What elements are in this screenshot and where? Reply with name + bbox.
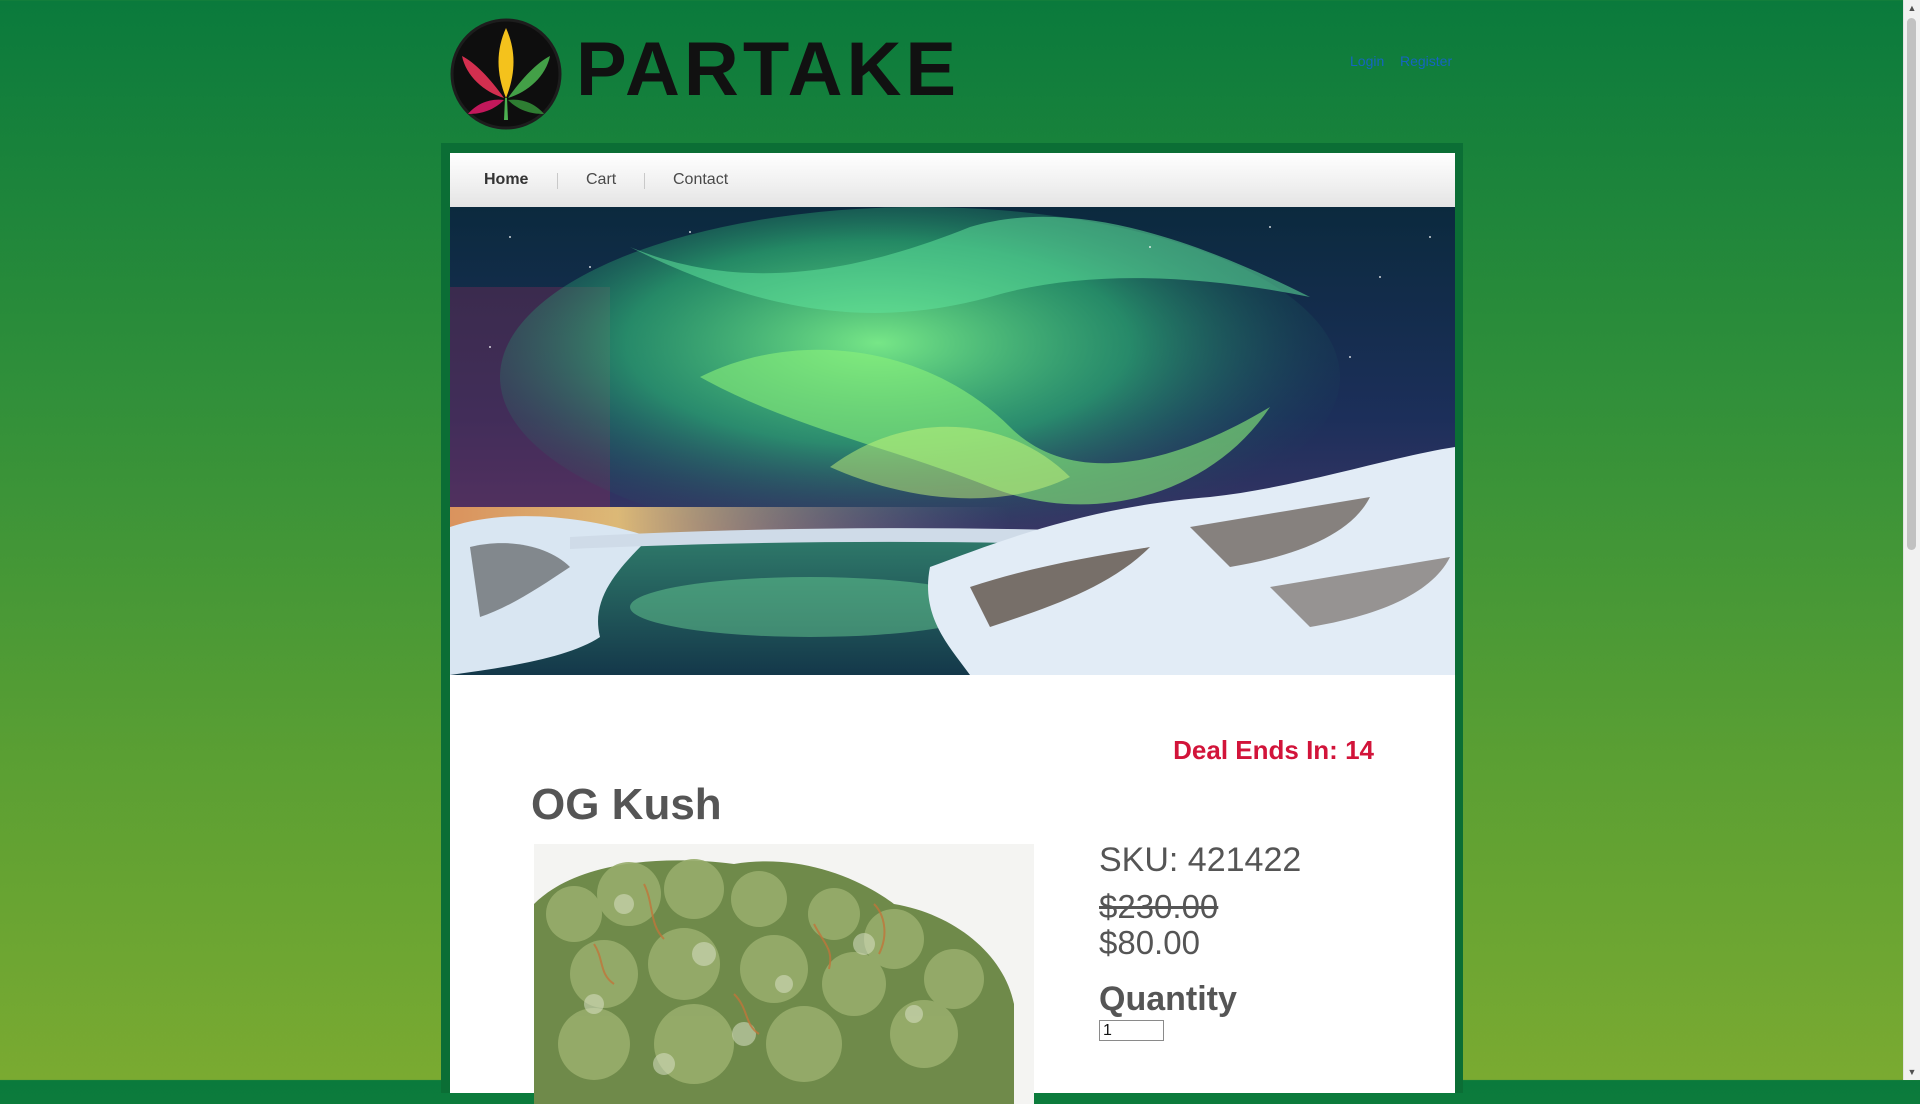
nav-item-contact[interactable]: Contact [673, 171, 728, 189]
product-sku: SKU: 421422 [1099, 841, 1302, 879]
scroll-thumb[interactable] [1907, 18, 1916, 550]
nav-item-home[interactable]: Home [484, 171, 528, 189]
quantity-input[interactable] [1099, 1020, 1164, 1041]
register-link[interactable]: Register [1400, 53, 1452, 69]
quantity-label: Quantity [1099, 980, 1237, 1018]
nav-divider [557, 173, 558, 189]
deal-countdown: Deal Ends In: 14 [1173, 735, 1374, 766]
cannabis-bud-photo-icon[interactable] [534, 844, 1034, 1104]
scroll-up-arrow-icon[interactable]: ▲ [1904, 0, 1920, 16]
brand-name[interactable]: PARTAKE [576, 28, 960, 112]
page: PARTAKE Login Register Home Cart Contact [0, 0, 1904, 1104]
aurora-banner-image [450, 207, 1455, 675]
partake-logo-icon[interactable] [450, 18, 562, 130]
main-nav: Home Cart Contact [450, 153, 1455, 208]
sale-price: $80.00 [1099, 924, 1200, 961]
content-card: Home Cart Contact Deal Ends In: 14 OG Ku… [450, 153, 1455, 1104]
login-link[interactable]: Login [1350, 53, 1384, 69]
scroll-down-arrow-icon[interactable]: ▼ [1904, 1064, 1920, 1080]
product-title: OG Kush [531, 780, 722, 829]
nav-item-cart[interactable]: Cart [586, 171, 616, 189]
original-price: $230.00 [1099, 888, 1219, 925]
deal-label: Deal Ends In: [1173, 735, 1338, 765]
nav-divider [644, 173, 645, 189]
deal-countdown-value: 14 [1345, 735, 1374, 765]
page-scrollbar[interactable]: ▲ ▼ [1903, 0, 1920, 1080]
